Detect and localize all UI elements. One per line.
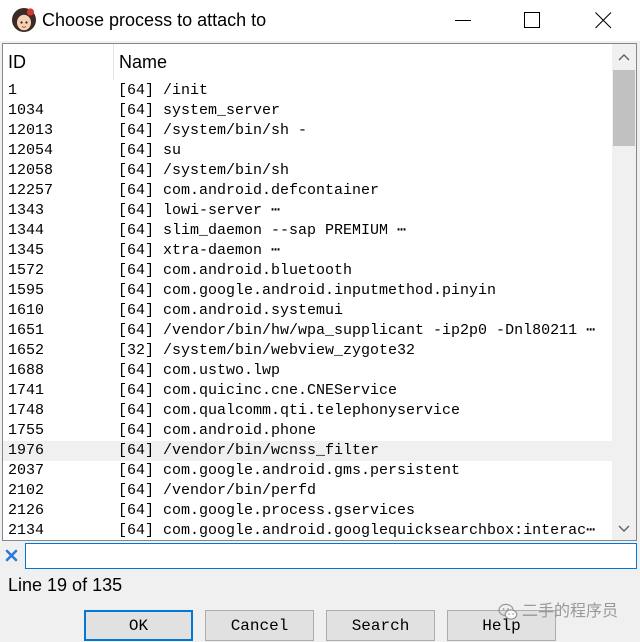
scroll-thumb[interactable] <box>613 70 635 146</box>
row-name-cell: [64] /system/bin/sh - <box>118 122 308 139</box>
chevron-down-icon <box>618 525 630 532</box>
row-name-cell: [64] com.google.android.gms.persistent <box>118 462 461 479</box>
table-row[interactable]: 1344 [64] slim_daemon --sap PREMIUM ⋯ <box>3 221 612 241</box>
table-row[interactable]: 1572 [64] com.android.bluetooth <box>3 261 612 281</box>
row-name-cell: [64] com.quicinc.cne.CNEService <box>118 382 398 399</box>
row-name-cell: [64] system_server <box>118 102 281 119</box>
table-row[interactable]: 1345 [64] xtra-daemon ⋯ <box>3 241 612 261</box>
row-id-cell: 1755 <box>8 422 45 439</box>
minimize-button[interactable] <box>440 0 486 40</box>
app-icon <box>12 8 36 32</box>
table-row[interactable]: 2134 [64] com.google.android.googlequicks… <box>3 521 612 540</box>
search-button[interactable]: Search <box>326 610 435 641</box>
table-row[interactable]: 1034 [64] system_server <box>3 101 612 121</box>
minimize-icon <box>455 20 471 21</box>
chevron-up-icon <box>618 54 630 61</box>
table-row[interactable]: 1688 [64] com.ustwo.lwp <box>3 361 612 381</box>
close-button[interactable] <box>580 0 626 40</box>
scroll-up-button[interactable] <box>612 44 636 69</box>
table-row[interactable]: 2037 [64] com.google.android.gms.persiste… <box>3 461 612 481</box>
row-id-cell: 12257 <box>8 182 54 199</box>
row-name-cell: [64] /vendor/bin/wcnss_filter <box>118 442 380 459</box>
title-bar[interactable]: Choose process to attach to <box>0 0 640 41</box>
row-name-cell: [32] /system/bin/webview_zygote32 <box>118 342 416 359</box>
row-id-cell: 1688 <box>8 362 45 379</box>
table-row[interactable]: 12257 [64] com.android.defcontainer <box>3 181 612 201</box>
row-name-cell: [64] xtra-daemon ⋯ <box>118 242 281 259</box>
row-name-cell: [64] com.google.android.inputmethod.piny… <box>118 282 497 299</box>
row-name-cell: [64] /vendor/bin/hw/wpa_supplicant -ip2p… <box>118 322 596 339</box>
row-id-cell: 12013 <box>8 122 54 139</box>
row-name-cell: [64] /system/bin/sh <box>118 162 290 179</box>
scroll-down-button[interactable] <box>612 518 636 540</box>
row-id-cell: 1572 <box>8 262 45 279</box>
table-row[interactable]: 2102 [64] /vendor/bin/perfd <box>3 481 612 501</box>
table-row[interactable]: 1741 [64] com.quicinc.cne.CNEService <box>3 381 612 401</box>
row-id-cell: 1651 <box>8 322 45 339</box>
table-row[interactable]: 12058 [64] /system/bin/sh <box>3 161 612 181</box>
table-row[interactable]: 1595 [64] com.google.android.inputmethod.… <box>3 281 612 301</box>
row-id-cell: 2134 <box>8 522 45 539</box>
row-id-cell: 2037 <box>8 462 45 479</box>
table-row[interactable]: 1652 [32] /system/bin/webview_zygote32 <box>3 341 612 361</box>
table-row[interactable]: 2126 [64] com.google.process.gservices <box>3 501 612 521</box>
row-name-cell: [64] lowi-server ⋯ <box>118 202 281 219</box>
row-name-cell: [64] com.google.android.googlequicksearc… <box>118 522 596 539</box>
row-id-cell: 1741 <box>8 382 45 399</box>
close-icon <box>595 12 612 29</box>
status-line: Line 19 of 135 <box>8 575 123 595</box>
row-id-cell: 1 <box>8 82 18 99</box>
row-name-cell: [64] /init <box>118 82 209 99</box>
clear-icon[interactable] <box>5 549 18 562</box>
help-button[interactable]: Help <box>447 610 556 641</box>
table-row[interactable]: 12013 [64] /system/bin/sh - <box>3 121 612 141</box>
row-id-cell: 2126 <box>8 502 45 519</box>
row-name-cell: [64] com.ustwo.lwp <box>118 362 281 379</box>
row-id-cell: 1034 <box>8 102 45 119</box>
row-id-cell: 1344 <box>8 222 45 239</box>
row-id-cell: 12054 <box>8 142 54 159</box>
table-row[interactable]: 1976 [64] /vendor/bin/wcnss_filter <box>3 441 612 461</box>
list-header: ID Name <box>3 44 612 80</box>
maximize-icon <box>524 12 540 28</box>
table-row[interactable]: 1343 [64] lowi-server ⋯ <box>3 201 612 221</box>
row-name-cell: [64] su <box>118 142 182 159</box>
table-row[interactable]: 1610 [64] com.android.systemui <box>3 301 612 321</box>
row-id-cell: 1652 <box>8 342 45 359</box>
search-input[interactable] <box>25 543 637 569</box>
table-row[interactable]: 1651 [64] /vendor/bin/hw/wpa_supplicant -… <box>3 321 612 341</box>
row-name-cell: [64] com.android.defcontainer <box>118 182 380 199</box>
maximize-button[interactable] <box>509 0 555 40</box>
column-divider[interactable] <box>113 44 114 80</box>
cancel-button[interactable]: Cancel <box>205 610 314 641</box>
row-id-cell: 1976 <box>8 442 45 459</box>
row-name-cell: [64] com.android.bluetooth <box>118 262 353 279</box>
list-rows: 1 [64] /init 1034 [64] system_server 12013 [6… <box>3 81 612 540</box>
process-list[interactable]: ID Name 1 [64] /init 1034 [64] system_serve… <box>2 43 637 541</box>
column-header-name[interactable]: Name <box>119 44 609 80</box>
row-name-cell: [64] com.android.systemui <box>118 302 344 319</box>
row-name-cell: [64] com.android.phone <box>118 422 317 439</box>
row-id-cell: 1343 <box>8 202 45 219</box>
row-id-cell: 1345 <box>8 242 45 259</box>
window-title: Choose process to attach to <box>42 10 267 30</box>
vertical-scrollbar[interactable] <box>612 44 636 540</box>
table-row[interactable]: 12054 [64] su <box>3 141 612 161</box>
table-row[interactable]: 1748 [64] com.qualcomm.qti.telephonyservi… <box>3 401 612 421</box>
row-name-cell: [64] /vendor/bin/perfd <box>118 482 317 499</box>
row-id-cell: 1748 <box>8 402 45 419</box>
row-name-cell: [64] com.google.process.gservices <box>118 502 416 519</box>
row-id-cell: 1595 <box>8 282 45 299</box>
row-id-cell: 12058 <box>8 162 54 179</box>
row-name-cell: [64] com.qualcomm.qti.telephonyservice <box>118 402 461 419</box>
row-id-cell: 1610 <box>8 302 45 319</box>
table-row[interactable]: 1755 [64] com.android.phone <box>3 421 612 441</box>
column-header-id[interactable]: ID <box>8 44 112 80</box>
row-name-cell: [64] slim_daemon --sap PREMIUM ⋯ <box>118 222 407 239</box>
ok-button[interactable]: OK <box>84 610 193 641</box>
table-row[interactable]: 1 [64] /init <box>3 81 612 101</box>
row-id-cell: 2102 <box>8 482 45 499</box>
